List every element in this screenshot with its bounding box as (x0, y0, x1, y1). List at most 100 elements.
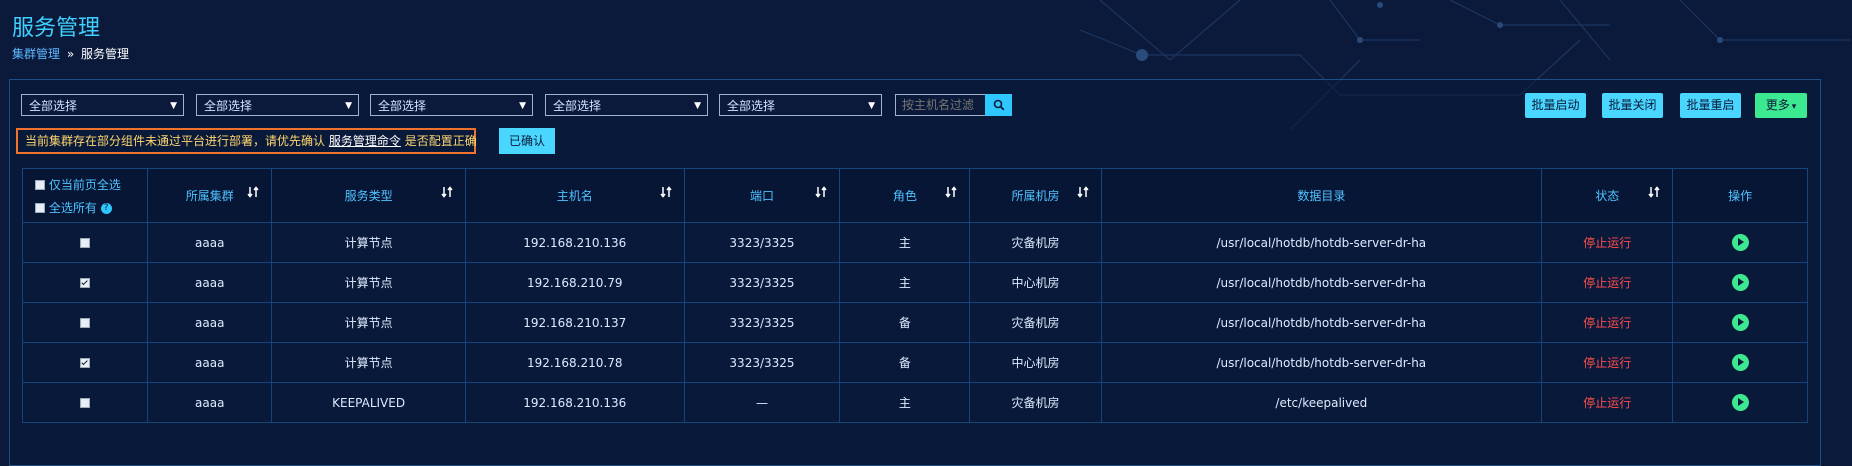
port-cell: 3323/3325 (683, 342, 841, 383)
breadcrumb-cluster-link[interactable]: 集群管理 (12, 47, 60, 61)
service-command-link[interactable]: 服务管理命令 (329, 134, 401, 148)
row-checkbox[interactable] (80, 398, 91, 408)
type-cell: 计算节点 (271, 302, 466, 343)
deployment-warning: 当前集群存在部分组件未通过平台进行部署，请优先确认 服务管理命令 是否配置正确 (16, 128, 477, 154)
batch-restart-button[interactable]: 批量重启 (1680, 93, 1741, 118)
type-cell: KEEPALIVED (271, 382, 466, 423)
column-header-label: 状态 (1595, 189, 1620, 203)
host-cell: 192.168.210.136 (464, 222, 685, 263)
caret-down-icon: ▾ (1791, 102, 1797, 112)
port-cell: 3323/3325 (683, 302, 841, 343)
row-select-cell (21, 382, 149, 423)
caret-down-icon: ▼ (694, 101, 701, 111)
start-service-button[interactable] (1731, 274, 1749, 291)
filter-select-value: 全部选择 (378, 99, 427, 113)
sort-icon[interactable] (815, 186, 828, 198)
data-dir-cell: /usr/local/hotdb/hotdb-server-dr-ha (1100, 342, 1543, 383)
room-cell: 灾备机房 (969, 382, 1102, 423)
caret-down-icon: ▼ (868, 101, 875, 111)
actions-cell (1672, 222, 1808, 263)
row-checkbox[interactable] (80, 358, 91, 368)
status-cell: 停止运行 (1541, 342, 1674, 383)
room-cell: 灾备机房 (969, 302, 1102, 343)
status-cell: 停止运行 (1541, 222, 1674, 263)
column-header-role[interactable]: 角色 (839, 168, 971, 223)
table-row: aaaa 计算节点 192.168.210.136 3323/3325 主 灾备… (21, 222, 1808, 263)
column-header-status[interactable]: 状态 (1541, 168, 1674, 223)
column-header-cluster[interactable]: 所属集群 (147, 168, 273, 223)
role-cell: 主 (839, 262, 971, 303)
start-service-button[interactable] (1731, 314, 1749, 331)
room-cell: 中心机房 (969, 262, 1102, 303)
role-cell: 主 (839, 382, 971, 423)
data-dir-cell: /usr/local/hotdb/hotdb-server-dr-ha (1100, 302, 1543, 343)
cluster-cell: aaaa (147, 342, 273, 383)
column-header-label: 所属机房 (1011, 189, 1060, 203)
table-row: aaaa 计算节点 192.168.210.78 3323/3325 备 中心机… (21, 342, 1808, 383)
row-select-cell (21, 302, 149, 343)
actions-cell (1672, 342, 1808, 383)
sort-icon[interactable] (659, 186, 672, 198)
sort-icon[interactable] (247, 186, 259, 198)
host-cell: 192.168.210.137 (464, 302, 685, 343)
role-cell: 主 (839, 222, 971, 263)
port-cell: — (683, 382, 841, 423)
search-button[interactable] (985, 94, 1012, 116)
confirm-button[interactable]: 已确认 (499, 128, 555, 154)
column-header-label: 操作 (1728, 189, 1753, 203)
status-cell: 停止运行 (1541, 262, 1674, 303)
host-cell: 192.168.210.136 (464, 382, 685, 423)
filter-select-2[interactable]: 全部选择 ▼ (196, 94, 359, 116)
sort-icon[interactable] (1648, 186, 1660, 198)
column-header-room[interactable]: 所属机房 (969, 168, 1102, 223)
select-page-label: 仅当前页全选 (48, 177, 121, 192)
service-panel: 全部选择▼ 全部选择▼ 全部选择▼ 全部选择▼ 全部选择▼ 批量启动 批量关闭 … (9, 79, 1821, 466)
start-service-button[interactable] (1731, 354, 1749, 371)
room-cell: 中心机房 (969, 342, 1102, 383)
more-label: 更多 (1765, 98, 1790, 112)
column-header-host[interactable]: 主机名 (464, 168, 685, 223)
type-cell: 计算节点 (271, 342, 466, 383)
filter-select-value: 全部选择 (553, 99, 602, 113)
column-header-label: 角色 (892, 189, 917, 203)
host-cell: 192.168.210.79 (464, 262, 685, 303)
status-cell: 停止运行 (1541, 302, 1674, 343)
row-select-cell (21, 342, 149, 383)
start-service-button[interactable] (1731, 234, 1749, 251)
warning-text-after: 是否配置正确 (404, 134, 477, 148)
row-checkbox[interactable] (80, 278, 91, 288)
filter-select-value: 全部选择 (204, 99, 253, 113)
row-checkbox[interactable] (80, 318, 91, 328)
batch-start-button[interactable]: 批量启动 (1525, 93, 1586, 118)
filter-select-5[interactable]: 全部选择 ▼ (719, 94, 882, 116)
actions-cell (1672, 302, 1808, 343)
batch-stop-button[interactable]: 批量关闭 (1602, 93, 1663, 118)
breadcrumb: 集群管理 » 服务管理 (12, 45, 129, 62)
sort-icon[interactable] (441, 186, 453, 198)
table-row: aaaa 计算节点 192.168.210.137 3323/3325 备 灾备… (21, 302, 1808, 343)
select-all-checkbox[interactable] (35, 203, 45, 213)
row-select-cell (21, 262, 149, 303)
type-cell: 计算节点 (271, 262, 466, 303)
filter-select-3[interactable]: 全部选择 ▼ (370, 94, 533, 116)
select-header: 仅当前页全选 全选所有 ? (21, 168, 149, 223)
sort-icon[interactable] (945, 186, 957, 198)
filter-select-4[interactable]: 全部选择 ▼ (545, 94, 708, 116)
row-checkbox[interactable] (80, 238, 91, 248)
column-header-data-dir: 数据目录 (1100, 168, 1543, 223)
table-header-row: 仅当前页全选 全选所有 ? 所属集群 服务类型 主机名 端口 角色 所属机房 数… (21, 168, 1808, 223)
column-header-type[interactable]: 服务类型 (271, 168, 466, 223)
filter-select-1[interactable]: 全部选择 ▼ (21, 94, 184, 116)
sort-icon[interactable] (1076, 186, 1089, 198)
column-header-actions: 操作 (1672, 168, 1808, 223)
column-header-label: 主机名 (556, 189, 593, 203)
hostname-search-input[interactable] (895, 94, 987, 116)
select-page-checkbox[interactable] (35, 180, 45, 190)
help-icon[interactable]: ? (100, 202, 112, 214)
filter-select-value: 全部选择 (727, 99, 776, 113)
row-select-cell (21, 222, 149, 263)
more-dropdown-button[interactable]: 更多 ▾ (1755, 93, 1807, 118)
start-service-button[interactable] (1731, 394, 1749, 411)
column-header-port[interactable]: 端口 (683, 168, 841, 223)
role-cell: 备 (839, 342, 971, 383)
